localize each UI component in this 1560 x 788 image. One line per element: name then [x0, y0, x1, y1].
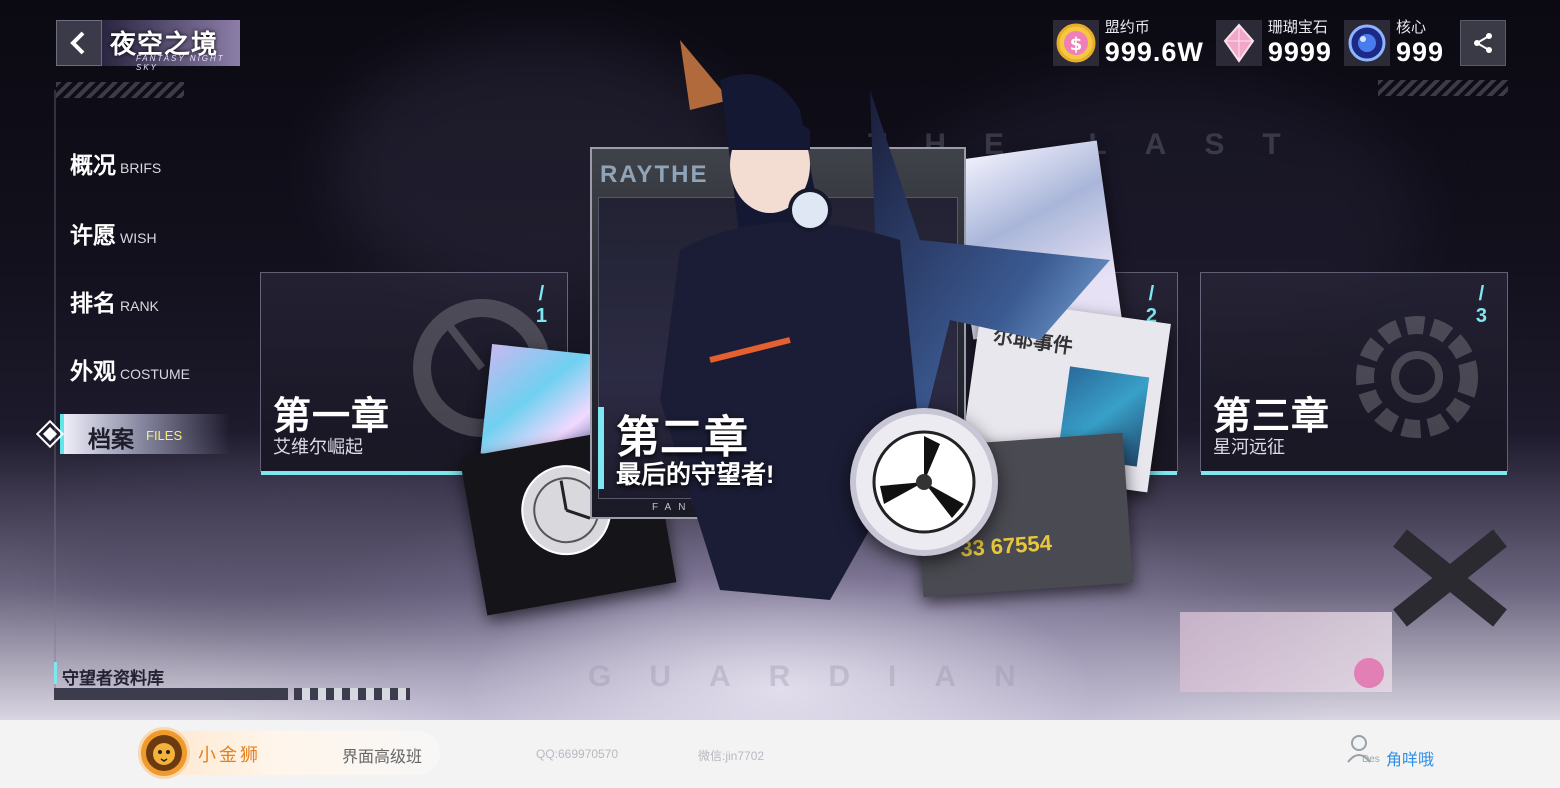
currency-core-value: 999 — [1395, 37, 1444, 67]
currency-gem[interactable]: 珊瑚宝石 9999 — [1215, 19, 1332, 67]
wechat-contact: 微信:jin7702 — [698, 749, 765, 763]
nav-item-label: 许愿 — [70, 222, 116, 248]
film-reel[interactable] — [850, 408, 998, 556]
game-screen: THE LAST GUARDIAN 夜空之境 FANTASY NIGHT SKY… — [0, 0, 1560, 720]
nav-item-en: COSTUME — [120, 366, 190, 382]
nav-item-en: FILES — [146, 428, 183, 443]
currency-bar: $ 盟约币 999.6W 珊瑚宝石 9999 核心 999 — [1052, 19, 1506, 67]
chapter-number: / 1 — [535, 283, 547, 327]
nav-item-label: 外观 — [70, 358, 116, 384]
nav-item-label: 概况 — [70, 152, 116, 178]
nav-item-en: RANK — [120, 298, 159, 314]
brand-pill[interactable]: 小金狮 界面高级班 — [138, 727, 440, 779]
footer: 小金狮 界面高级班 QQ:669970570 微信:jin7702 Des 角咩… — [0, 720, 1560, 788]
header-hatch-right — [1378, 80, 1508, 96]
chapter-card-3[interactable]: / 3 第三章 星河远征 — [1200, 272, 1508, 475]
logo-box: 夜空之境 FANTASY NIGHT SKY — [102, 20, 240, 72]
share-button[interactable] — [1460, 20, 1506, 66]
nav-item-files[interactable]: 档案 FILES — [35, 414, 230, 454]
nav-item-brifs[interactable]: 概况 BRIFS — [70, 146, 161, 180]
chapter-title: 第一章 — [273, 396, 391, 438]
logo-subtitle: FANTASY NIGHT SKY — [136, 54, 225, 72]
chapter-title: 第三章 — [1213, 396, 1331, 438]
currency-core[interactable]: 核心 999 — [1343, 19, 1444, 67]
film-reel-icon — [872, 430, 976, 534]
user-des: Des — [1362, 754, 1380, 765]
chapter-subtitle: 星河远征 — [1213, 437, 1285, 457]
qq-contact: QQ:669970570 — [536, 747, 619, 761]
nav-item-en: BRIFS — [120, 160, 162, 176]
share-icon — [1474, 33, 1492, 53]
x-deco-icon — [1393, 529, 1507, 627]
pink-gem-icon — [1223, 23, 1255, 63]
nav-item-label: 档案 — [88, 426, 134, 452]
left-rail — [54, 90, 56, 690]
nav-item-rank[interactable]: 排名 RANK — [70, 284, 159, 318]
blue-core-icon — [1348, 24, 1386, 62]
back-button[interactable] — [56, 20, 102, 66]
brand-name: 小金狮 — [198, 745, 261, 765]
game-logo: 夜空之境 FANTASY NIGHT SKY — [56, 20, 240, 72]
lion-icon — [146, 735, 182, 771]
library-title: 守望者资料库 — [62, 669, 164, 688]
user-name[interactable]: 角咩哦 — [1386, 746, 1434, 770]
currency-gem-value: 9999 — [1267, 37, 1332, 67]
pink-dot — [1354, 658, 1384, 688]
back-arrow-icon — [70, 31, 85, 55]
watermark-bottom: GUARDIAN — [588, 660, 1054, 693]
nav-item-wish[interactable]: 许愿 WISH — [70, 216, 157, 250]
nav-item-en: WISH — [120, 230, 157, 246]
gear-deco-icon — [1356, 316, 1478, 438]
header-hatch-left — [56, 82, 184, 98]
nav-item-costume[interactable]: 外观 COSTUME — [70, 352, 190, 386]
nav-item-label: 排名 — [70, 290, 116, 316]
currency-gem-label: 珊瑚宝石 — [1267, 19, 1328, 36]
chapter-number: / 3 — [1475, 283, 1487, 327]
lion-avatar — [138, 727, 190, 779]
chapter-subtitle: 艾维尔崛起 — [273, 437, 363, 457]
currency-core-label: 核心 — [1395, 19, 1426, 36]
brand-class: 界面高级班 — [342, 749, 423, 766]
